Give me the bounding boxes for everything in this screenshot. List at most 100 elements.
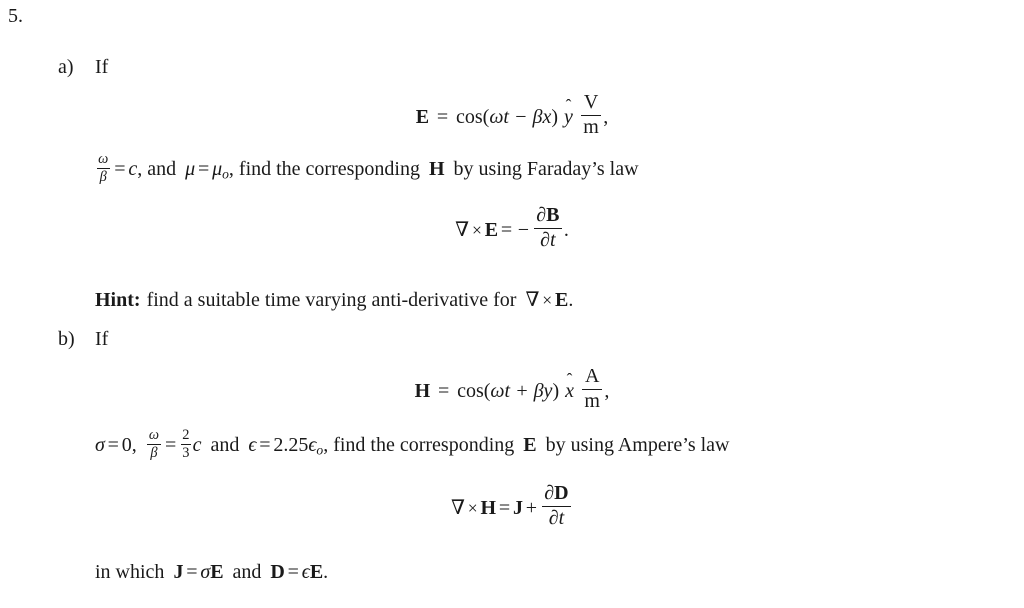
eq-b2-d-field: D — [554, 482, 569, 504]
hint-line: Hint: find a suitable time varying anti-d… — [95, 287, 573, 312]
closing-sigma: σ — [200, 561, 211, 583]
closing-d-equals: = — [287, 561, 299, 583]
cond-a-target-field: H — [428, 158, 445, 181]
cond-b-tail: , find the corresponding — [323, 434, 515, 457]
two-thirds-fraction: 23 — [180, 427, 191, 462]
eq-b1-argument: ωt + βy — [490, 380, 553, 402]
eq-a2-numerator: ∂B — [534, 204, 562, 228]
eq-b2-relation: = — [498, 497, 511, 519]
eq-b2-partial-num: ∂ — [544, 482, 555, 504]
eq-b2-partial-den: ∂ — [548, 506, 559, 529]
closing-prefix: in which — [95, 561, 165, 583]
eq-a1-unit-vector: ̂y — [564, 106, 573, 128]
problem-number: 5. — [8, 5, 23, 27]
closing-period: . — [323, 561, 329, 583]
omega-symbol-a: ω — [98, 151, 109, 167]
eq-b1-trailing: , — [604, 380, 610, 402]
sigma-value: 0, — [121, 434, 137, 457]
eq-b2-denominator: ∂t — [541, 505, 571, 530]
eq-a1-trailing: , — [603, 106, 609, 128]
sigma-equals: = — [107, 434, 119, 457]
eq-a1-unit-numerator: V — [583, 91, 599, 113]
eq-b1-unit-denominator: m — [582, 388, 603, 413]
cond-a-mu-equals: = — [197, 158, 210, 181]
cond-a-mu0-subscript: o — [222, 166, 229, 182]
eq-b2-plus: + — [525, 497, 538, 519]
sigma-symbol: σ — [95, 434, 105, 457]
hint-label: Hint: — [95, 289, 141, 311]
cond-b-and: and — [210, 434, 240, 457]
epsilon-value: 2.25 — [273, 434, 309, 457]
closing-j-e-field: E — [210, 561, 224, 583]
cond-a-law-text: by using Faraday’s law — [453, 158, 639, 181]
closing-d-field: D — [270, 561, 285, 583]
eq-a1-function: cos — [455, 106, 483, 128]
eq-a2-partial-den: ∂ — [540, 228, 550, 251]
problem-page: 5. a) If E = cos(ωt − βx)̂yVm, ωβ=c, and… — [0, 0, 1024, 608]
hint-text: find a suitable time varying anti-deriva… — [146, 289, 517, 311]
eq-b2-numerator: ∂D — [542, 482, 571, 506]
part-a-conditions: ω β = c, and μ = μo, find the corresponding Hby… — [95, 151, 639, 186]
two-thirds-denominator: 3 — [180, 444, 191, 462]
eq-a1-lhs: E — [415, 106, 430, 128]
omega-symbol-b: ω — [148, 427, 160, 443]
eq-a2-derivative: ∂B ∂t — [533, 204, 562, 252]
eq-b2-time-var: t — [558, 506, 565, 529]
equation-b2: ∇ × H = J + ∂D ∂t — [0, 482, 1024, 530]
two-thirds-numerator: 2 — [182, 427, 190, 443]
cross-icon-b: × — [467, 498, 478, 518]
cross-icon-hint: × — [542, 290, 553, 310]
cond-a-tail: , find the corresponding — [228, 158, 420, 181]
eq-b2-current: J — [512, 497, 523, 519]
cond-b-target-field: E — [523, 434, 537, 457]
cond-a-comma-and: , and — [137, 158, 177, 181]
closing-epsilon: ϵ — [301, 561, 310, 583]
cond-b-speed: c — [192, 434, 202, 457]
eq-a2-trailing: . — [563, 219, 569, 241]
beta-symbol-a: β — [96, 168, 110, 185]
nabla-icon-b: ∇ — [451, 497, 465, 519]
part-a-marker: a) — [58, 56, 74, 78]
eq-a1-unit-fraction: Vm — [580, 91, 602, 139]
closing-j-field: J — [173, 561, 184, 583]
cond-b-law-text: by using Ampere’s law — [545, 434, 730, 457]
omega-beta-fraction-a: ωβ — [96, 151, 110, 186]
eq-b1-lhs: H — [414, 380, 431, 402]
eq-a2-sign: − — [517, 219, 529, 241]
eq-a1-relation: = — [436, 106, 449, 128]
closing-j-equals: = — [186, 561, 198, 583]
closing-d-e-field: E — [309, 561, 324, 583]
closing-and: and — [232, 561, 262, 583]
omega-beta-fraction-b: ωβ — [147, 427, 161, 462]
cond-b-equals: = — [165, 434, 177, 457]
part-a-lead: If — [95, 56, 109, 78]
eq-a1-argument: ωt − βx — [489, 106, 552, 128]
part-b-marker: b) — [58, 328, 75, 350]
nabla-icon-a: ∇ — [455, 219, 470, 241]
eq-b1-relation: = — [438, 380, 450, 402]
eq-a2-field: E — [484, 219, 499, 241]
eq-b2-field: H — [480, 497, 497, 519]
eq-b1-unit-numerator: A — [584, 365, 600, 387]
eq-a1-unit-denominator: m — [580, 114, 602, 139]
equation-a1: E = cos(ωt − βx)̂yVm, — [415, 91, 609, 139]
cond-a-speed: c — [128, 158, 138, 181]
nabla-icon-hint: ∇ — [525, 289, 540, 311]
cross-icon-a: × — [471, 220, 482, 240]
part-b-lead: If — [95, 328, 109, 350]
eq-a2-time-var: t — [549, 228, 556, 251]
epsilon-equals: = — [259, 434, 271, 457]
cond-a-mu0: μ — [212, 158, 223, 181]
part-b-closing: in which J = σE and D = ϵE. — [95, 561, 328, 584]
eq-b1-unit-fraction: Am — [582, 365, 603, 413]
eq-b2-derivative: ∂D ∂t — [541, 482, 571, 530]
eq-a2-relation: = — [500, 219, 513, 241]
eq-a2-b-field: B — [546, 204, 560, 226]
beta-symbol-b: β — [147, 444, 161, 461]
cond-a-mu: μ — [185, 158, 196, 181]
hint-trailing: . — [568, 289, 574, 311]
equation-a2: ∇ × E = − ∂B ∂t. — [0, 204, 1024, 252]
cond-a-equals: = — [114, 158, 126, 181]
eq-a2-denominator: ∂t — [533, 227, 562, 252]
part-b-conditions: σ = 0, ω β = 2 3 c and ϵ = 2.25ϵo, find the correspo… — [95, 427, 730, 462]
